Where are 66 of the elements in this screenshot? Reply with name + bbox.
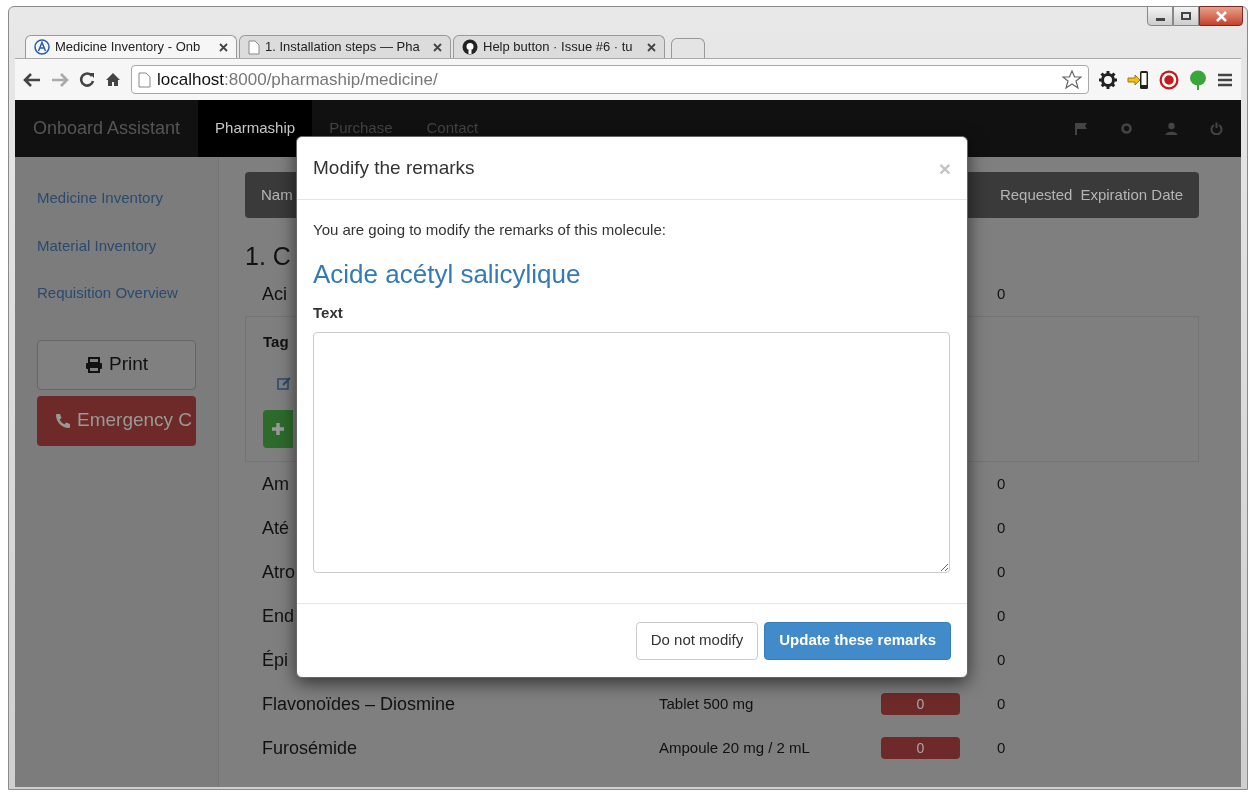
close-icon[interactable] (647, 42, 656, 52)
count-text: 0 (997, 517, 1006, 538)
medicine-name: Épi (262, 648, 288, 672)
bookmark-star-icon[interactable] (1062, 70, 1082, 89)
count-text: 0 (997, 473, 1006, 494)
medicine-name: Flavonoïdes – Diosmine (262, 692, 456, 716)
medicine-name: Furosémide (262, 736, 358, 760)
app-logo-icon (34, 39, 50, 55)
sidebar-link[interactable]: Medicine Inventory (37, 187, 196, 210)
count-text: 0 (997, 649, 1006, 670)
stock-badge: 0 (881, 737, 960, 759)
section-heading: 1. C (245, 241, 292, 272)
medicine-name: Aci (262, 282, 287, 306)
count-text: 0 (997, 561, 1006, 582)
address-bar[interactable]: localhost:8000/pharmaship/medicine/ (131, 65, 1089, 94)
url-text: localhost:8000/pharmaship/medicine/ (157, 68, 438, 91)
home-icon[interactable] (105, 72, 121, 87)
medicine-name: Am (262, 472, 289, 496)
text-field[interactable] (313, 332, 950, 573)
column-header: Expiration Date (1080, 184, 1183, 205)
gear-icon[interactable] (1099, 70, 1117, 89)
count-text: 0 (997, 605, 1006, 626)
close-icon (1215, 10, 1227, 22)
page-icon (138, 71, 151, 88)
page-icon (248, 39, 260, 55)
plus-icon (272, 422, 284, 435)
minimize-button[interactable] (1147, 6, 1173, 26)
close-button[interactable] (1199, 6, 1243, 26)
browser-tab[interactable]: 1. Installation steps — Pha (239, 35, 451, 58)
medicine-name: End (262, 604, 295, 628)
close-icon[interactable] (219, 42, 228, 52)
browser-tab[interactable]: Medicine Inventory - Onb (25, 35, 237, 58)
dosage-text: Ampoule 20 mg / 2 mL (659, 737, 810, 758)
reload-icon[interactable] (79, 71, 95, 88)
column-header: Nam (261, 184, 293, 205)
column-header: Requested (999, 184, 1073, 205)
close-icon[interactable] (433, 42, 442, 52)
count-text: 0 (997, 283, 1006, 304)
count-text: 0 (997, 693, 1006, 714)
count-text: 0 (997, 737, 1006, 758)
phone-icon (55, 412, 71, 429)
nav-link[interactable]: Pharmaship (198, 100, 313, 157)
field-label: Text (313, 302, 344, 323)
back-icon[interactable] (23, 72, 41, 87)
emergency-call-button[interactable]: Emergency C (37, 395, 196, 446)
medicine-name: Até (262, 516, 290, 540)
tags-label: Tag (263, 332, 290, 352)
intro-text: You are going to modify the remarks of this molecule: (313, 220, 667, 240)
brand-title[interactable]: Onboard Assistant (15, 115, 199, 142)
sidebar-link[interactable]: Material Inventory (37, 234, 196, 257)
phone-arrow-icon[interactable] (1127, 69, 1149, 90)
medicine-name: Atro (262, 560, 295, 584)
sidebar-link[interactable]: Requisition Overview (37, 282, 196, 305)
modal-title: Modify the remarks (313, 155, 475, 180)
browser-tab[interactable]: Help button · Issue #6 · tu (453, 35, 665, 58)
maximize-button[interactable] (1173, 6, 1199, 26)
molecule-name: Acide acétyl salicylique (313, 257, 582, 290)
menu-icon[interactable] (1217, 72, 1233, 87)
dosage-text: Tablet 500 mg (659, 693, 754, 714)
printer-icon (84, 356, 103, 373)
edit-icon[interactable] (277, 375, 292, 390)
cancel-button[interactable]: Do not modify (635, 621, 759, 660)
print-button[interactable]: Print (37, 339, 196, 390)
stock-badge: 0 (881, 693, 960, 715)
update-button[interactable]: Update these remarks (764, 621, 951, 660)
add-button[interactable] (263, 409, 293, 448)
